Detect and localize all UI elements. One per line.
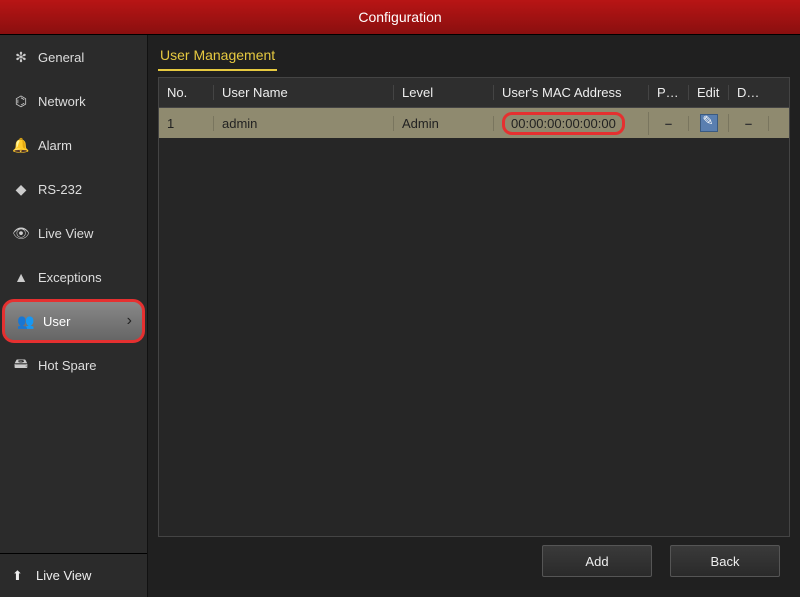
warning-icon: ▲	[12, 268, 30, 286]
bell-icon: 🔔	[12, 136, 30, 154]
col-no[interactable]: No.	[159, 85, 214, 100]
sidebar-item-network[interactable]: ⌬ Network	[0, 79, 147, 123]
gear-icon: ✻	[12, 48, 30, 66]
sidebar-item-exceptions[interactable]: ▲ Exceptions	[0, 255, 147, 299]
cell-user-name: admin	[214, 116, 394, 131]
mac-address-highlight: 00:00:00:00:00:00	[502, 112, 625, 135]
sidebar-item-hotspare[interactable]: 🖴 Hot Spare	[0, 343, 147, 387]
sidebar-item-label: Exceptions	[38, 270, 102, 285]
col-permission[interactable]: Pe...	[649, 85, 689, 100]
sidebar-item-general[interactable]: ✻ General	[0, 35, 147, 79]
sidebar-bottom-liveview[interactable]: ⬆ Live View	[0, 553, 147, 597]
cell-no: 1	[159, 116, 214, 131]
cell-edit[interactable]	[689, 114, 729, 132]
page-title: User Management	[158, 43, 277, 71]
sidebar-item-label: Live View	[38, 226, 93, 241]
sidebar-item-label: User	[43, 314, 70, 329]
sidebar-item-label: RS-232	[38, 182, 82, 197]
add-button[interactable]: Add	[542, 545, 652, 577]
table-row[interactable]: 1 admin Admin 00:00:00:00:00:00 – –	[159, 108, 789, 138]
users-icon: 👥	[17, 312, 35, 330]
col-delete[interactable]: Del...	[729, 85, 769, 100]
diamond-icon: ◆	[12, 180, 30, 198]
sidebar-item-label: General	[38, 50, 84, 65]
edit-icon	[700, 114, 718, 132]
sidebar-item-rs232[interactable]: ◆ RS-232	[0, 167, 147, 211]
title-bar: Configuration	[0, 0, 800, 35]
disk-icon: 🖴	[12, 356, 30, 374]
user-table: No. User Name Level User's MAC Address P…	[158, 77, 790, 537]
sidebar-item-label: Alarm	[38, 138, 72, 153]
back-button[interactable]: Back	[670, 545, 780, 577]
sidebar: ✻ General ⌬ Network 🔔 Alarm ◆ RS-232 👁 L…	[0, 35, 148, 597]
table-header: No. User Name Level User's MAC Address P…	[159, 78, 789, 108]
main-panel: User Management No. User Name Level User…	[148, 35, 800, 597]
sidebar-item-user[interactable]: 👥 User	[2, 299, 145, 343]
col-edit[interactable]: Edit	[689, 85, 729, 100]
window-title: Configuration	[358, 9, 441, 25]
cell-delete: –	[729, 116, 769, 131]
network-icon: ⌬	[12, 92, 30, 110]
col-mac[interactable]: User's MAC Address	[494, 85, 649, 100]
sidebar-bottom-label: Live View	[36, 568, 91, 583]
sidebar-item-alarm[interactable]: 🔔 Alarm	[0, 123, 147, 167]
eye-icon: 👁	[12, 224, 30, 242]
cell-mac: 00:00:00:00:00:00	[494, 112, 649, 135]
col-user-name[interactable]: User Name	[214, 85, 394, 100]
footer: Add Back	[158, 537, 790, 585]
col-level[interactable]: Level	[394, 85, 494, 100]
cell-permission: –	[649, 116, 689, 131]
sidebar-item-label: Hot Spare	[38, 358, 97, 373]
sidebar-item-liveview[interactable]: 👁 Live View	[0, 211, 147, 255]
home-icon: ⬆	[12, 568, 30, 584]
sidebar-item-label: Network	[38, 94, 86, 109]
cell-level: Admin	[394, 116, 494, 131]
